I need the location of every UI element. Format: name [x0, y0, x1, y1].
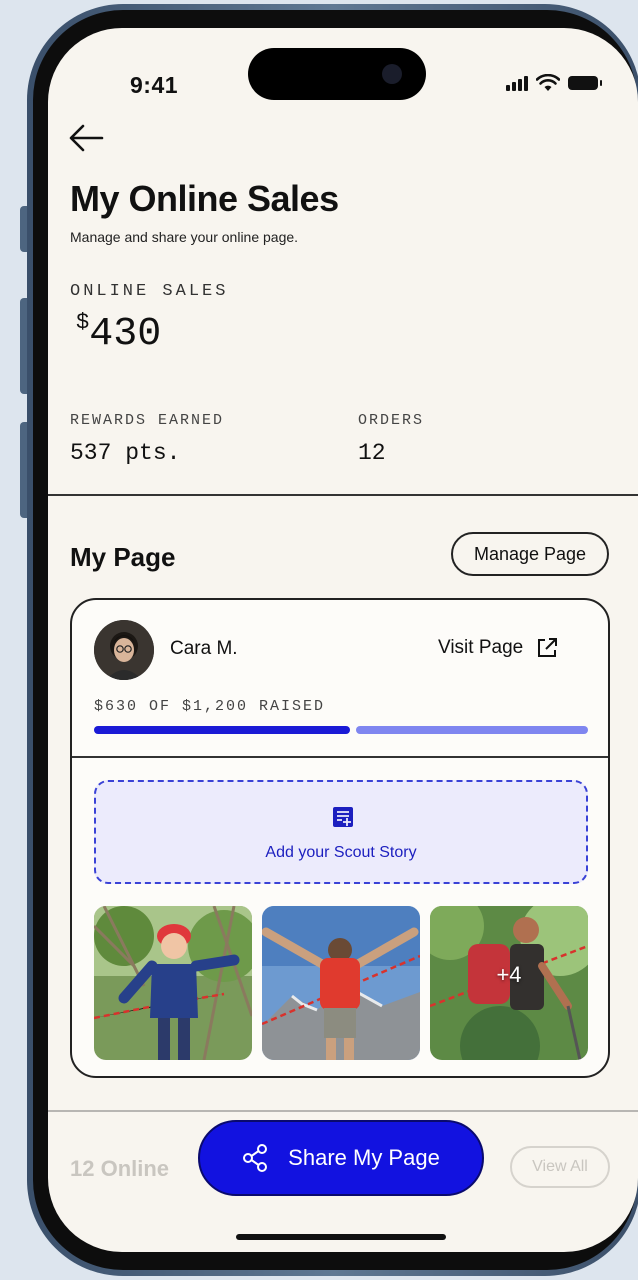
share-button-label: Share My Page — [288, 1145, 440, 1170]
page-title: My Online Sales — [70, 178, 339, 219]
app-screen: 9:41 My Online Sales Manage and share yo… — [48, 28, 638, 1252]
online-sales-value: 430 — [89, 312, 162, 357]
scout-name: Cara M. — [170, 638, 238, 659]
signal-icon — [506, 75, 528, 91]
online-sales-label: ONLINE SALES — [70, 282, 229, 301]
share-nodes-icon — [243, 1144, 268, 1172]
back-arrow-icon[interactable] — [66, 120, 106, 156]
dynamic-island — [248, 48, 426, 100]
progress-bar-fill — [94, 726, 350, 734]
visit-page-label: Visit Page — [438, 637, 524, 658]
camera-icon — [382, 64, 402, 84]
online-orders-title: 12 Online — [70, 1156, 170, 1181]
visit-page-link[interactable]: Visit Page — [438, 636, 559, 660]
online-sales-amount: $430 — [76, 310, 162, 357]
home-indicator[interactable] — [236, 1234, 446, 1240]
wifi-icon — [536, 74, 560, 91]
add-scout-story-button[interactable]: Add your Scout Story — [94, 780, 588, 884]
share-my-page-button[interactable]: Share My Page — [198, 1120, 484, 1196]
view-all-button[interactable]: View All — [510, 1146, 610, 1188]
page-subtitle: Manage and share your online page. — [70, 229, 299, 245]
external-link-icon — [538, 638, 558, 657]
scout-photo-mountain[interactable] — [262, 906, 420, 1060]
battery-icon — [568, 76, 602, 90]
raised-text: $630 OF $1,200 RAISED — [94, 698, 326, 715]
status-time: 9:41 — [130, 72, 179, 98]
my-page-title: My Page — [70, 542, 176, 572]
orders-value: 12 — [358, 440, 386, 466]
rewards-label: REWARDS EARNED — [70, 412, 225, 429]
status-icons — [506, 74, 602, 92]
my-page-card: Cara M. Visit Page $630 OF $1,200 RAISED… — [70, 598, 610, 1078]
rewards-value: 537 pts. — [70, 440, 181, 466]
scout-photo-climbing[interactable] — [94, 906, 252, 1060]
add-story-label: Add your Scout Story — [265, 844, 417, 861]
section-divider-2 — [48, 1110, 638, 1112]
orders-label: ORDERS — [358, 412, 425, 429]
currency-symbol: $ — [76, 310, 90, 335]
progress-bar-track — [356, 726, 588, 734]
avatar — [94, 620, 154, 680]
add-note-icon — [333, 807, 353, 827]
scout-photo-hiking[interactable]: +4 — [430, 906, 588, 1060]
section-divider — [48, 494, 638, 496]
manage-page-button[interactable]: Manage Page — [451, 532, 609, 576]
card-divider — [72, 756, 608, 758]
extra-photos-badge: +4 — [496, 962, 522, 987]
